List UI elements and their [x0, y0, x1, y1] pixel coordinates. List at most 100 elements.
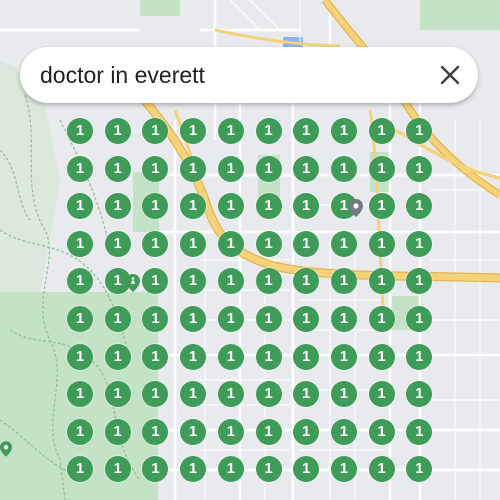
rank-marker[interactable]: 1 [406, 343, 433, 370]
rank-marker[interactable]: 1 [217, 456, 244, 483]
rank-marker[interactable]: 1 [67, 230, 93, 257]
rank-marker[interactable]: 1 [67, 418, 93, 445]
rank-marker[interactable]: 1 [217, 118, 244, 144]
rank-marker[interactable]: 1 [293, 306, 320, 332]
rank-marker[interactable]: 1 [142, 155, 169, 182]
rank-marker[interactable]: 1 [255, 155, 282, 182]
rank-marker[interactable]: 1 [406, 306, 433, 332]
rank-marker[interactable]: 1 [180, 193, 207, 220]
rank-marker[interactable]: 1 [330, 155, 357, 182]
park-pin-icon[interactable] [0, 441, 12, 462]
rank-marker[interactable]: 1 [368, 193, 395, 220]
medical-pin-icon[interactable] [349, 199, 363, 222]
rank-marker[interactable]: 1 [368, 343, 395, 370]
rank-marker[interactable]: 1 [406, 381, 433, 408]
rank-marker[interactable]: 1 [180, 306, 207, 332]
rank-marker[interactable]: 1 [217, 418, 244, 445]
rank-marker[interactable]: 1 [406, 230, 433, 257]
rank-marker[interactable]: 1 [67, 193, 93, 220]
rank-marker[interactable]: 1 [255, 268, 282, 295]
rank-marker[interactable]: 1 [67, 155, 93, 182]
rank-marker[interactable]: 1 [368, 155, 395, 182]
rank-marker[interactable]: 1 [142, 343, 169, 370]
rank-marker[interactable]: 1 [180, 418, 207, 445]
rank-marker[interactable]: 1 [180, 268, 207, 295]
rank-marker[interactable]: 1 [293, 418, 320, 445]
rank-marker[interactable]: 1 [255, 343, 282, 370]
rank-marker[interactable]: 1 [330, 118, 357, 144]
rank-marker[interactable]: 1 [67, 268, 93, 295]
rank-marker[interactable]: 1 [293, 193, 320, 220]
rank-marker[interactable]: 1 [330, 381, 357, 408]
rank-marker[interactable]: 1 [255, 418, 282, 445]
rank-marker[interactable]: 1 [368, 230, 395, 257]
map-view[interactable]: 1111111111111111111111111111111111111111… [0, 0, 500, 500]
rank-marker[interactable]: 1 [67, 343, 93, 370]
rank-marker[interactable]: 1 [368, 456, 395, 483]
clear-search-button[interactable] [422, 47, 478, 103]
rank-marker[interactable]: 1 [104, 456, 131, 483]
rank-marker[interactable]: 1 [330, 306, 357, 332]
rank-marker[interactable]: 1 [217, 230, 244, 257]
rank-marker[interactable]: 1 [180, 381, 207, 408]
rank-marker[interactable]: 1 [293, 268, 320, 295]
rank-marker[interactable]: 1 [104, 155, 131, 182]
rank-marker[interactable]: 1 [142, 456, 169, 483]
rank-marker[interactable]: 1 [180, 118, 207, 144]
rank-marker[interactable]: 1 [142, 418, 169, 445]
rank-marker[interactable]: 1 [142, 193, 169, 220]
rank-marker[interactable]: 1 [180, 230, 207, 257]
rank-marker[interactable]: 1 [67, 456, 93, 483]
rank-marker[interactable]: 1 [217, 155, 244, 182]
rank-marker[interactable]: 1 [330, 343, 357, 370]
rank-marker[interactable]: 1 [104, 193, 131, 220]
rank-marker[interactable]: 1 [142, 268, 169, 295]
rank-marker[interactable]: 1 [330, 268, 357, 295]
rank-marker[interactable]: 1 [67, 381, 93, 408]
rank-marker[interactable]: 1 [293, 343, 320, 370]
rank-marker[interactable]: 1 [368, 268, 395, 295]
rank-marker[interactable]: 1 [406, 193, 433, 220]
rank-marker[interactable]: 1 [142, 230, 169, 257]
rank-marker[interactable]: 1 [217, 268, 244, 295]
rank-marker[interactable]: 1 [142, 381, 169, 408]
rank-marker[interactable]: 1 [293, 155, 320, 182]
search-input[interactable] [20, 47, 422, 103]
rank-marker[interactable]: 1 [330, 230, 357, 257]
rank-marker[interactable]: 1 [104, 343, 131, 370]
rank-marker[interactable]: 1 [180, 456, 207, 483]
rank-marker[interactable]: 1 [330, 418, 357, 445]
rank-marker[interactable]: 1 [217, 306, 244, 332]
rank-marker[interactable]: 1 [104, 418, 131, 445]
rank-marker[interactable]: 1 [104, 230, 131, 257]
rank-marker[interactable]: 1 [406, 418, 433, 445]
rank-marker[interactable]: 1 [217, 193, 244, 220]
rank-marker[interactable]: 1 [142, 118, 169, 144]
rank-marker[interactable]: 1 [293, 230, 320, 257]
rank-marker[interactable]: 1 [255, 381, 282, 408]
hiking-trail-icon[interactable] [126, 274, 140, 297]
rank-marker[interactable]: 1 [255, 306, 282, 332]
rank-marker[interactable]: 1 [293, 381, 320, 408]
rank-marker[interactable]: 1 [406, 118, 433, 144]
rank-marker[interactable]: 1 [142, 306, 169, 332]
rank-marker[interactable]: 1 [180, 155, 207, 182]
rank-marker[interactable]: 1 [293, 456, 320, 483]
rank-marker[interactable]: 1 [104, 381, 131, 408]
rank-marker[interactable]: 1 [104, 306, 131, 332]
rank-marker[interactable]: 1 [406, 268, 433, 295]
rank-marker[interactable]: 1 [368, 418, 395, 445]
rank-marker[interactable]: 1 [104, 118, 131, 144]
rank-marker[interactable]: 1 [255, 230, 282, 257]
rank-marker[interactable]: 1 [255, 118, 282, 144]
rank-marker[interactable]: 1 [406, 155, 433, 182]
rank-marker[interactable]: 1 [217, 381, 244, 408]
rank-marker[interactable]: 1 [180, 343, 207, 370]
rank-marker[interactable]: 1 [368, 118, 395, 144]
rank-marker[interactable]: 1 [217, 343, 244, 370]
rank-marker[interactable]: 1 [406, 456, 433, 483]
rank-marker[interactable]: 1 [255, 456, 282, 483]
rank-marker[interactable]: 1 [368, 381, 395, 408]
rank-marker[interactable]: 1 [67, 118, 93, 144]
rank-marker[interactable]: 1 [368, 306, 395, 332]
